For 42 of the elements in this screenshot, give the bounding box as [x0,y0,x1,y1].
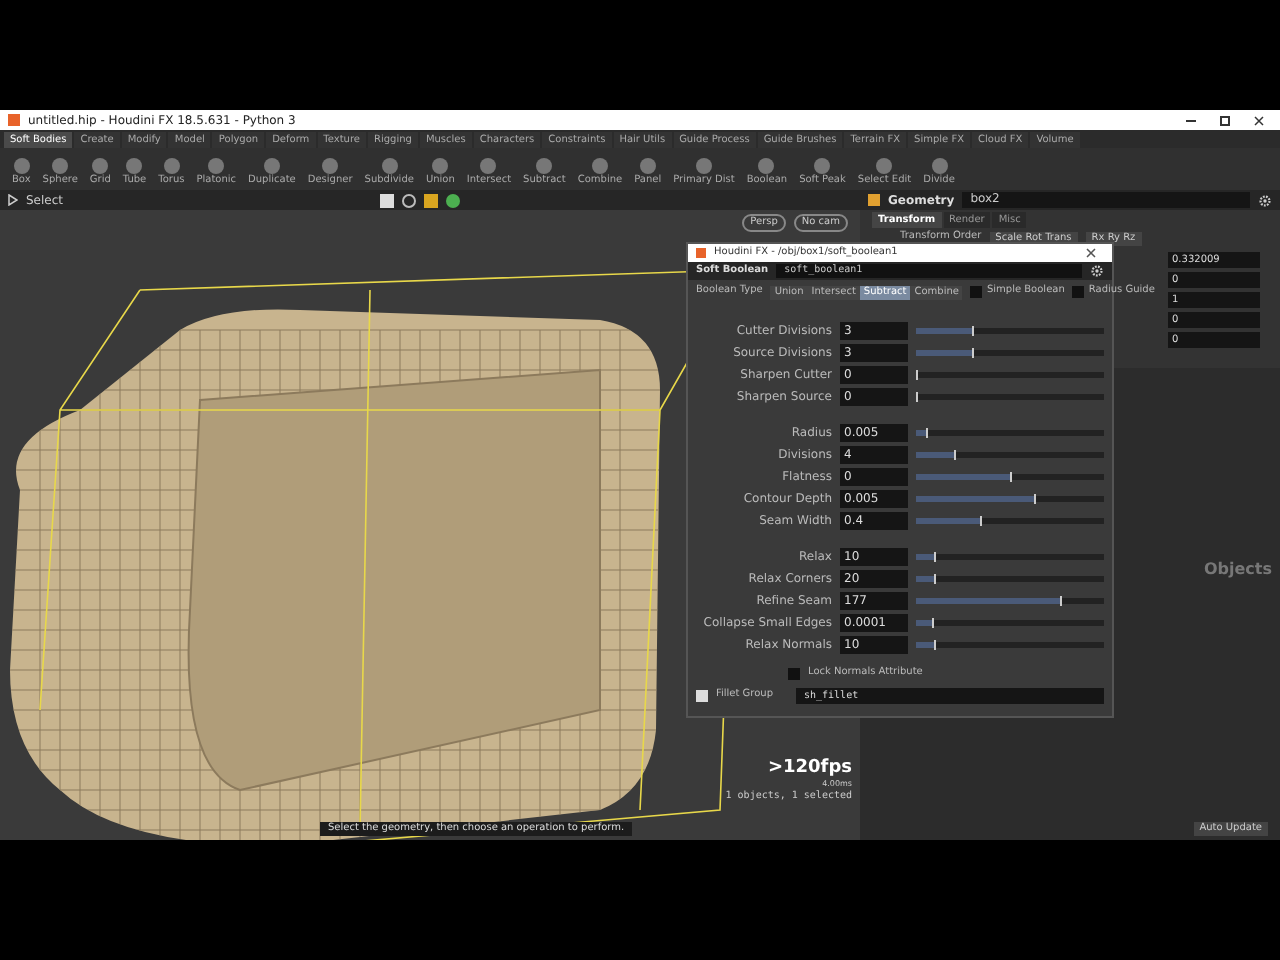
checkbox[interactable] [1072,286,1085,298]
slider-handle[interactable] [953,449,956,459]
slider-fill [916,451,954,457]
slider-handle[interactable] [979,515,982,525]
slider-track[interactable] [916,597,1104,603]
triangle-icon [8,194,18,206]
slider-handle[interactable] [934,639,937,649]
close-icon[interactable] [1086,248,1096,258]
slider-handle[interactable] [925,427,928,437]
slider-track[interactable] [916,349,1104,355]
slider-fill [916,429,926,435]
slider-handle[interactable] [1034,493,1037,503]
slider-fill [916,517,980,523]
slider-track[interactable] [916,327,1104,333]
settings-icon[interactable] [1090,264,1104,278]
slider-fill [916,473,1010,479]
slider-fill [916,349,973,355]
slider-handle[interactable] [1010,471,1012,481]
close-icon[interactable] [1254,115,1264,125]
checkbox[interactable] [788,667,800,680]
slider-fill [916,495,1035,501]
app-logo-icon [8,114,20,126]
slider-handle[interactable] [972,325,975,335]
slider-fill [916,327,973,333]
slider-handle[interactable] [934,573,937,583]
checkbox[interactable] [970,286,983,298]
maximize-icon[interactable] [1220,115,1230,125]
checkbox[interactable] [696,689,708,701]
slider-handle[interactable] [916,369,918,379]
slider-track[interactable] [916,495,1104,501]
slider-track[interactable] [916,517,1104,523]
slider-handle[interactable] [934,551,937,561]
fps-readout: >120fps [767,759,852,777]
slider-handle[interactable] [972,347,975,357]
settings-icon[interactable] [1258,193,1272,207]
app-logo-icon [696,248,706,258]
slider-handle[interactable] [1060,595,1063,605]
slider-handle[interactable] [931,617,934,627]
slider-handle[interactable] [916,391,918,401]
minimize-icon[interactable] [1186,119,1196,121]
network-label: Objects [1203,558,1272,582]
slider-track[interactable] [916,473,1104,479]
